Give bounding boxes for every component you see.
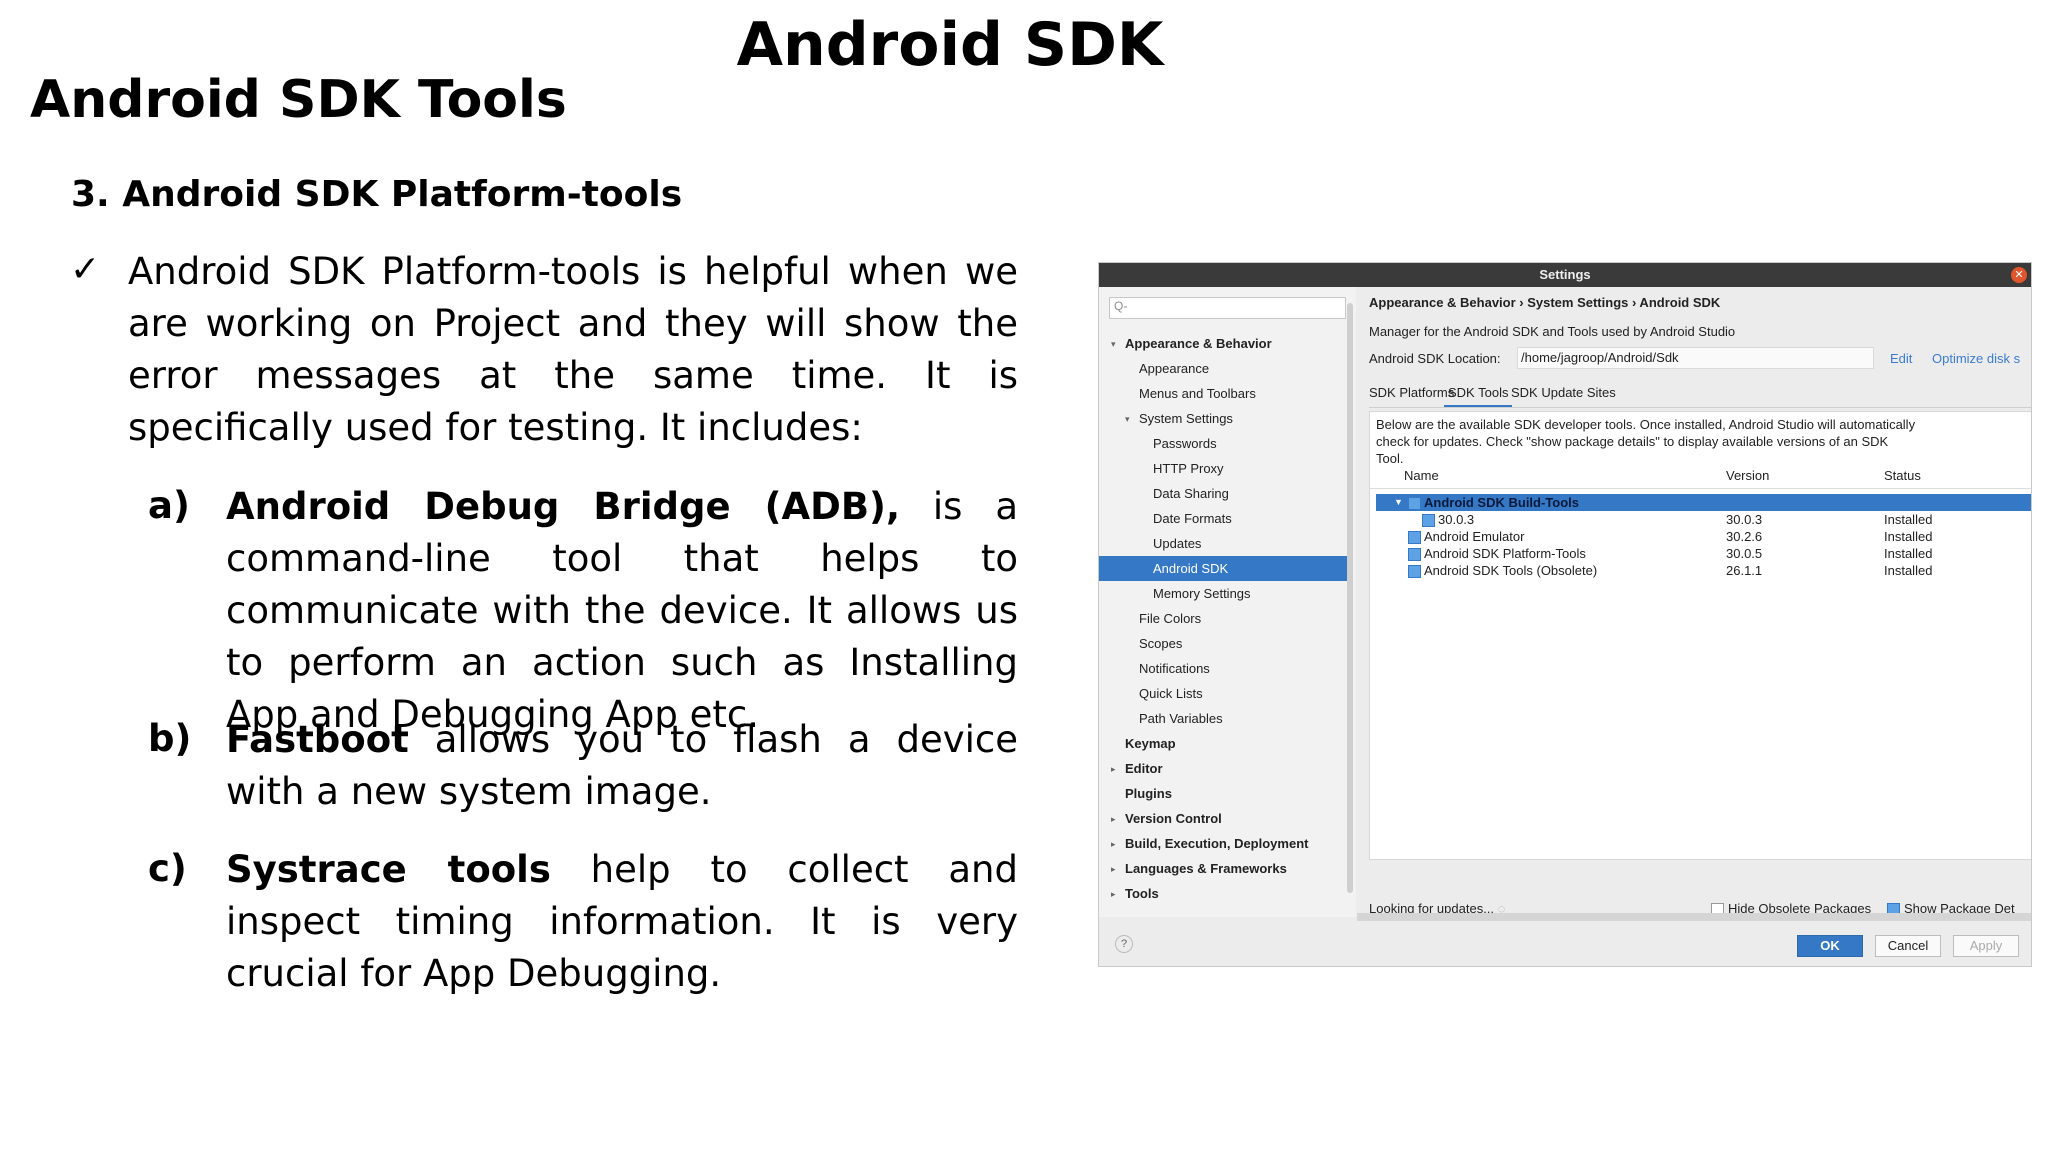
optimize-disk-link[interactable]: Optimize disk s xyxy=(1932,351,2020,366)
row-name: Android Emulator xyxy=(1424,529,1525,544)
edit-link[interactable]: Edit xyxy=(1890,351,1912,366)
item-adb: Android Debug Bridge (ADB), is a command… xyxy=(226,481,1018,741)
apply-button[interactable]: Apply xyxy=(1953,935,2019,957)
row-version: 26.1.1 xyxy=(1726,563,1763,578)
checkbox-icon[interactable] xyxy=(1408,565,1421,578)
item-letter: b) xyxy=(148,717,192,760)
info-text: Below are the available SDK developer to… xyxy=(1376,417,1916,466)
sidebar-item[interactable]: Tools xyxy=(1125,881,1159,906)
sdk-location-label: Android SDK Location: xyxy=(1369,351,1501,366)
sidebar-item[interactable]: Android SDK xyxy=(1099,556,1347,581)
sidebar-item[interactable]: Date Formats xyxy=(1153,506,1232,531)
horizontal-scrollbar[interactable] xyxy=(1357,913,2031,921)
table-row[interactable]: Android SDK Tools (Obsolete) 26.1.1 Instal… xyxy=(1370,562,2031,579)
settings-window: Settings ✕ Q- ▾ Appearance & Behavior Appe… xyxy=(1098,262,2032,967)
sidebar-item[interactable]: Updates xyxy=(1153,531,1201,556)
row-status: Installed xyxy=(1884,512,1933,527)
sidebar-item[interactable]: Scopes xyxy=(1139,631,1182,656)
sdk-location-value: /home/jagroop/Android/Sdk xyxy=(1521,350,1679,365)
settings-description: Manager for the Android SDK and Tools us… xyxy=(1369,324,1736,339)
item-letter: c) xyxy=(148,847,187,890)
checkbox-icon[interactable] xyxy=(1408,531,1421,544)
item-term: Fastboot xyxy=(226,718,409,761)
column-header-version[interactable]: Version xyxy=(1726,468,1769,483)
row-name: Android SDK Tools (Obsolete) xyxy=(1424,563,1598,578)
sidebar-item[interactable]: Appearance & Behavior xyxy=(1125,331,1272,356)
settings-content: Appearance & Behavior › System Settings … xyxy=(1357,287,2031,917)
row-name: 30.0.3 xyxy=(1438,512,1475,527)
tab-divider xyxy=(1369,407,2031,408)
search-input[interactable]: Q- xyxy=(1109,297,1346,319)
column-header-status[interactable]: Status xyxy=(1884,468,1921,483)
close-icon[interactable]: ✕ xyxy=(2011,267,2027,283)
item-term: Android Debug Bridge (ADB), xyxy=(226,485,901,528)
table-row[interactable]: Android Emulator 30.2.6 Installed xyxy=(1370,528,2031,545)
cancel-button[interactable]: Cancel xyxy=(1875,935,1941,957)
sidebar-item[interactable]: Version Control xyxy=(1125,806,1222,831)
settings-sidebar: Q- ▾ Appearance & Behavior Appearance Menus… xyxy=(1099,287,1356,917)
check-mark-icon: ✓ xyxy=(70,249,101,290)
chevron-down-icon[interactable]: ▾ xyxy=(1111,339,1116,350)
sidebar-item[interactable]: System Settings xyxy=(1139,406,1233,431)
checkbox-icon[interactable] xyxy=(1408,497,1421,510)
help-icon[interactable]: ? xyxy=(1115,935,1133,953)
sidebar-item[interactable]: Path Variables xyxy=(1139,706,1223,731)
row-status: Installed xyxy=(1884,546,1933,561)
row-version: 30.0.5 xyxy=(1726,546,1763,561)
sdk-location-field[interactable]: /home/jagroop/Android/Sdk xyxy=(1517,347,1874,369)
item-letter: a) xyxy=(148,484,190,527)
tab-sdk-update-sites[interactable]: SDK Update Sites xyxy=(1507,381,1620,405)
sidebar-item[interactable]: Quick Lists xyxy=(1139,681,1203,706)
row-name: Android SDK Platform-Tools xyxy=(1424,546,1586,561)
column-header-name[interactable]: Name xyxy=(1404,468,1439,483)
checkbox-icon[interactable] xyxy=(1422,514,1435,527)
table-row[interactable]: 30.0.3 30.0.3 Installed xyxy=(1370,511,2031,528)
chevron-down-icon[interactable]: ▾ xyxy=(1125,414,1130,425)
row-status: Installed xyxy=(1884,529,1933,544)
row-status: Installed xyxy=(1884,563,1933,578)
header-divider xyxy=(1370,488,2031,489)
sdk-tools-panel: Below are the available SDK developer to… xyxy=(1369,411,2031,860)
sidebar-item[interactable]: Build, Execution, Deployment xyxy=(1125,831,1308,856)
chevron-down-icon[interactable]: ▼ xyxy=(1394,494,1403,511)
item-systrace: Systrace tools help to collect and inspe… xyxy=(226,844,1018,1000)
row-version: 30.0.3 xyxy=(1726,512,1763,527)
sidebar-scrollbar[interactable] xyxy=(1347,303,1353,893)
sidebar-item[interactable]: Memory Settings xyxy=(1153,581,1251,606)
checkbox-icon[interactable] xyxy=(1408,548,1421,561)
search-placeholder: Q- xyxy=(1114,299,1128,313)
table-row[interactable]: Android SDK Platform-Tools 30.0.5 Installe… xyxy=(1370,545,2031,562)
intro-paragraph: Android SDK Platform-tools is helpful wh… xyxy=(128,250,1018,449)
sidebar-item[interactable]: Appearance xyxy=(1139,356,1209,381)
chevron-right-icon[interactable]: ▸ xyxy=(1111,864,1116,875)
subsection-heading: 3. Android SDK Platform-tools xyxy=(71,174,683,215)
sidebar-item[interactable]: Plugins xyxy=(1125,781,1172,806)
item-fastboot: Fastboot allows you to flash a device wi… xyxy=(226,714,1018,818)
ok-button[interactable]: OK xyxy=(1797,935,1863,957)
table-row[interactable]: ▼ Android SDK Build-Tools xyxy=(1370,494,2031,511)
sidebar-item[interactable]: Notifications xyxy=(1139,656,1210,681)
chevron-right-icon[interactable]: ▸ xyxy=(1111,814,1116,825)
sidebar-item[interactable]: Languages & Frameworks xyxy=(1125,856,1287,881)
window-titlebar: Settings xyxy=(1099,263,2031,287)
chevron-right-icon[interactable]: ▸ xyxy=(1111,889,1116,900)
sidebar-item[interactable]: Keymap xyxy=(1125,731,1176,756)
sidebar-item[interactable]: Data Sharing xyxy=(1153,481,1229,506)
window-title: Settings xyxy=(1539,267,1591,282)
sidebar-item[interactable]: Menus and Toolbars xyxy=(1139,381,1256,406)
dialog-footer: ? OK Cancel Apply xyxy=(1099,923,2031,966)
tab-sdk-tools[interactable]: SDK Tools xyxy=(1444,381,1513,407)
chevron-right-icon[interactable]: ▸ xyxy=(1111,839,1116,850)
section-title: Android SDK Tools xyxy=(30,70,567,130)
row-version: 30.2.6 xyxy=(1726,529,1763,544)
sidebar-item[interactable]: HTTP Proxy xyxy=(1153,456,1224,481)
row-name: Android SDK Build-Tools xyxy=(1424,495,1580,510)
breadcrumb: Appearance & Behavior › System Settings … xyxy=(1369,295,1721,310)
chevron-right-icon[interactable]: ▸ xyxy=(1111,764,1116,775)
sidebar-item[interactable]: Editor xyxy=(1125,756,1163,781)
item-term: Systrace tools xyxy=(226,848,551,891)
sidebar-item[interactable]: File Colors xyxy=(1139,606,1201,631)
sidebar-item[interactable]: Passwords xyxy=(1153,431,1217,456)
